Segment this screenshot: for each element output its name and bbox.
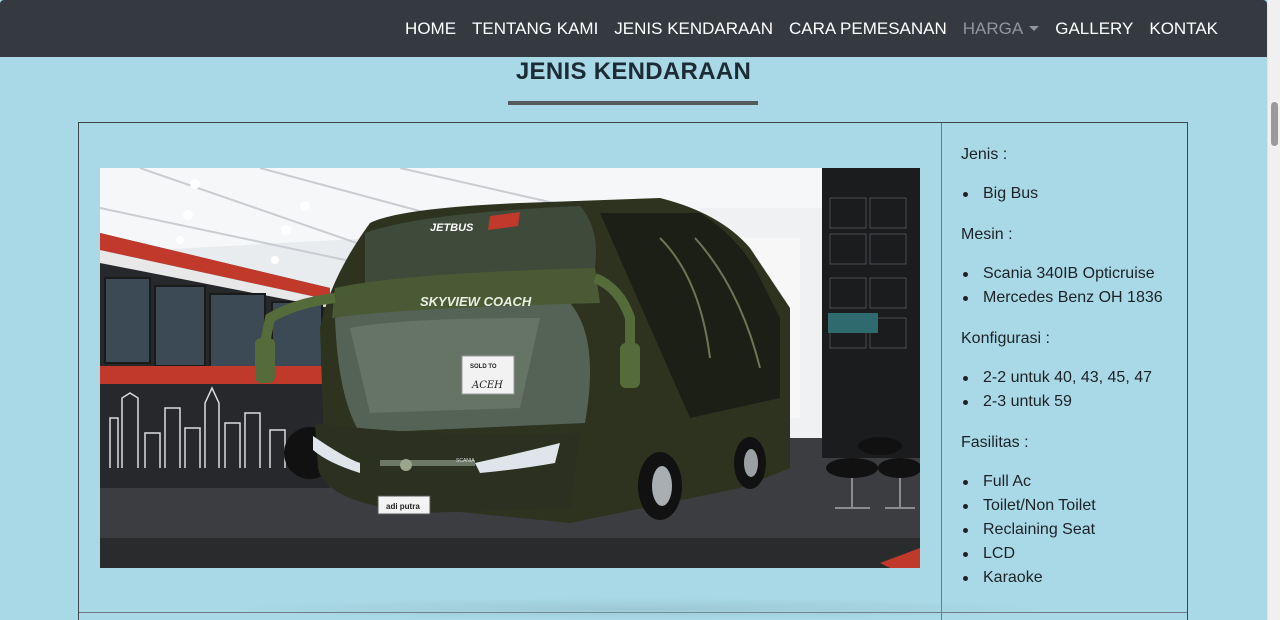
nav-item-label: CARA PEMESANAN xyxy=(789,18,947,38)
spec-list: Big Bus xyxy=(961,182,1038,206)
title-underline xyxy=(508,101,758,105)
spec-list-item: 2-3 untuk 59 xyxy=(961,390,1152,414)
nav-item-label: HOME xyxy=(405,18,457,38)
grille-badge-text: SCANIA xyxy=(456,458,475,464)
spec-list-item: Full Ac xyxy=(961,470,1096,494)
spec-list-item: Toilet/Non Toilet xyxy=(961,494,1096,518)
nav-item-label: TENTANG KAMI xyxy=(472,18,599,38)
windshield-brand-text: JETBUS xyxy=(430,222,474,234)
nav-item-label: GALLERY xyxy=(1055,18,1134,38)
spec-heading: Mesin : xyxy=(961,226,1013,243)
nav-item-label: JENIS KENDARAAN xyxy=(614,18,773,38)
section-title: JENIS KENDARAAN xyxy=(515,58,752,85)
spec-list-item: Scania 340IB Opticruise xyxy=(961,262,1163,286)
nav-item-jenis-kendaraan[interactable]: JENIS KENDARAAN xyxy=(606,19,781,39)
dash-sign-line2: ACEH xyxy=(471,380,503,391)
nav-item-label: HARGA xyxy=(962,18,1024,38)
plate-text: adi putra xyxy=(386,502,420,511)
model-badge-text: SKYVIEW COACH xyxy=(420,294,532,309)
spec-list-item: Mercedes Benz OH 1836 xyxy=(961,286,1163,310)
spec-heading: Jenis : xyxy=(961,146,1008,163)
bus-illustration: SKYVIEW COACH JETBUS SOLD TO ACEH SCANIA xyxy=(100,168,920,568)
nav-item-label: KONTAK xyxy=(1149,18,1218,38)
page-background: HOME TENTANG KAMI JENIS KENDARAAN CARA PEME… xyxy=(0,0,1267,620)
spec-heading: Konfigurasi : xyxy=(961,330,1050,347)
scrollbar[interactable] xyxy=(1267,0,1280,620)
bus-photo: SKYVIEW COACH JETBUS SOLD TO ACEH SCANIA xyxy=(100,168,920,568)
dropdown-caret-icon xyxy=(1029,26,1040,31)
spec-list-item: Reclaining Seat xyxy=(961,518,1096,542)
spec-list: Scania 340IB Opticruise Mercedes Benz OH … xyxy=(961,262,1163,310)
nav-item-tentang-kami[interactable]: TENTANG KAMI xyxy=(464,19,606,39)
nav-menu: HOME TENTANG KAMI JENIS KENDARAAN CARA PEME… xyxy=(397,0,1226,57)
spec-list: 2-2 untuk 40, 43, 45, 47 2-3 untuk 59 xyxy=(961,366,1152,414)
spec-list-item: Karaoke xyxy=(961,566,1096,590)
card-shadow xyxy=(230,598,1050,620)
spec-list-item: Big Bus xyxy=(961,182,1038,206)
top-navbar: HOME TENTANG KAMI JENIS KENDARAAN CARA PEME… xyxy=(0,0,1267,57)
nav-item-cara-pemesanan[interactable]: CARA PEMESANAN xyxy=(781,19,955,39)
spec-list-item: LCD xyxy=(961,542,1096,566)
spec-list: Full Ac Toilet/Non Toilet Reclaining Seat L… xyxy=(961,470,1096,590)
nav-item-harga[interactable]: HARGA xyxy=(955,19,1047,39)
spec-list-item: 2-2 untuk 40, 43, 45, 47 xyxy=(961,366,1152,390)
nav-item-kontak[interactable]: KONTAK xyxy=(1141,19,1226,39)
nav-item-gallery[interactable]: GALLERY xyxy=(1047,19,1141,39)
vehicle-table: SKYVIEW COACH JETBUS SOLD TO ACEH SCANIA xyxy=(78,122,1188,620)
spec-heading: Fasilitas : xyxy=(961,434,1029,451)
nav-item-home[interactable]: HOME xyxy=(397,19,464,39)
column-divider xyxy=(941,123,942,620)
scrollbar-thumb[interactable] xyxy=(1271,102,1278,146)
dash-sign-line1: SOLD TO xyxy=(470,364,497,370)
